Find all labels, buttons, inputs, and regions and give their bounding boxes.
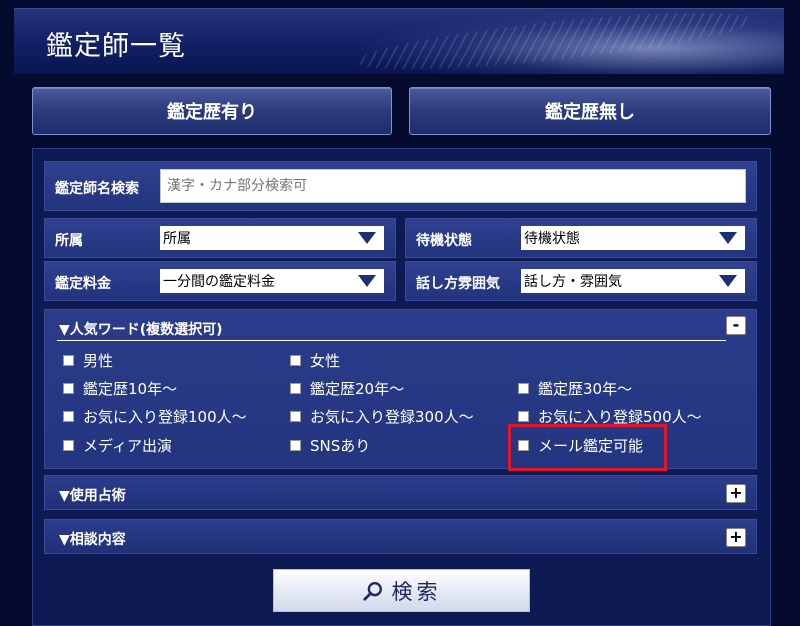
feather-decoration <box>348 9 760 74</box>
atmosphere-label: 話し方雰囲気 <box>416 276 500 292</box>
fee-row: 鑑定料金 一分間の鑑定料金 <box>44 261 396 301</box>
checkbox-icon[interactable] <box>290 440 301 451</box>
popular-words-title: ▼人気ワード(複数選択可) <box>59 322 223 338</box>
name-search-row: 鑑定師名検索 <box>44 161 757 211</box>
dropdown-arrow-icon <box>719 275 737 287</box>
dropdown-arrow-icon <box>358 275 376 287</box>
page-title: 鑑定師一覧 <box>46 31 186 62</box>
checkbox-icon[interactable] <box>290 355 301 366</box>
checkbox-male[interactable]: 男性 <box>63 350 113 371</box>
search-button-label: 検索 <box>391 579 442 604</box>
divider <box>57 340 726 341</box>
with-history-button[interactable]: 鑑定歴有り <box>32 87 392 135</box>
checkbox-fav-100[interactable]: お気に入り登録100人～ <box>63 406 247 427</box>
dropdown-arrow-icon <box>719 232 737 244</box>
checkbox-history-10[interactable]: 鑑定歴10年～ <box>63 378 177 399</box>
without-history-button[interactable]: 鑑定歴無し <box>409 87 771 135</box>
checkbox-icon[interactable] <box>290 411 301 422</box>
checkbox-icon[interactable] <box>63 383 74 394</box>
affiliation-row: 所属 所属 <box>44 218 396 258</box>
fee-select[interactable]: 一分間の鑑定料金 <box>160 269 384 293</box>
checkbox-icon[interactable] <box>290 383 301 394</box>
atmosphere-selected: 話し方・雰囲気 <box>524 274 622 290</box>
atmosphere-select[interactable]: 話し方・雰囲気 <box>521 269 745 293</box>
checkbox-media[interactable]: メディア出演 <box>63 435 172 456</box>
checkbox-history-20[interactable]: 鑑定歴20年～ <box>290 378 404 399</box>
checkbox-fav-300[interactable]: お気に入り登録300人～ <box>290 406 474 427</box>
standby-row: 待機状態 待機状態 <box>405 218 757 258</box>
standby-selected: 待機状態 <box>524 231 580 247</box>
dropdown-arrow-icon <box>358 232 376 244</box>
expand-toggle-button[interactable]: + <box>726 484 746 503</box>
checkbox-icon[interactable] <box>518 383 529 394</box>
divination-title: ▼使用占術 <box>59 488 126 504</box>
affiliation-selected: 所属 <box>163 231 191 247</box>
checkbox-icon[interactable] <box>63 411 74 422</box>
affiliation-select[interactable]: 所属 <box>160 226 384 250</box>
affiliation-label: 所属 <box>55 233 83 249</box>
checkbox-icon[interactable] <box>518 411 529 422</box>
consultation-title: ▼相談内容 <box>59 532 126 548</box>
magnifier-icon <box>362 581 382 601</box>
collapse-toggle-button[interactable]: - <box>726 316 746 335</box>
page-header: 鑑定師一覧 <box>14 8 784 74</box>
checkbox-sns[interactable]: SNSあり <box>290 435 370 456</box>
name-search-label: 鑑定師名検索 <box>55 181 139 197</box>
standby-select[interactable]: 待機状態 <box>521 226 745 250</box>
divination-section[interactable]: ▼使用占術 + <box>44 475 757 510</box>
checkbox-icon[interactable] <box>63 440 74 451</box>
highlight-box <box>508 424 667 471</box>
search-button[interactable]: 検索 <box>273 569 530 612</box>
name-search-input[interactable] <box>160 169 746 203</box>
expand-toggle-button[interactable]: + <box>726 528 746 547</box>
atmosphere-row: 話し方雰囲気 話し方・雰囲気 <box>405 261 757 301</box>
fee-selected: 一分間の鑑定料金 <box>163 274 275 290</box>
consultation-section[interactable]: ▼相談内容 + <box>44 519 757 554</box>
standby-label: 待機状態 <box>416 233 472 249</box>
fee-label: 鑑定料金 <box>55 276 111 292</box>
checkbox-female[interactable]: 女性 <box>290 350 340 371</box>
checkbox-icon[interactable] <box>63 355 74 366</box>
checkbox-history-30[interactable]: 鑑定歴30年～ <box>518 378 632 399</box>
